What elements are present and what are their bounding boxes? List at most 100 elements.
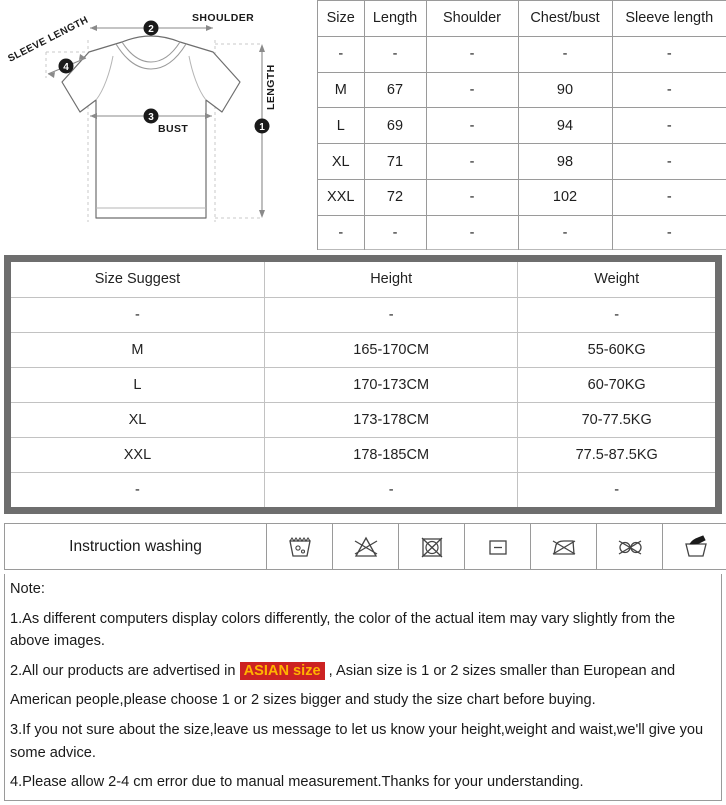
note-heading: Note: bbox=[10, 581, 45, 597]
cell-size-suggest: - bbox=[11, 471, 265, 507]
size-suggest-section: Size Suggest Height Weight - - - M 165-1… bbox=[0, 250, 726, 520]
cell-weight: 60-70KG bbox=[517, 366, 715, 403]
cell-size: M bbox=[318, 72, 365, 109]
cell-chest: 102 bbox=[517, 179, 613, 216]
size-suggest-frame: Size Suggest Height Weight - - - M 165-1… bbox=[4, 255, 722, 514]
machine-wash-icon-cell bbox=[266, 523, 333, 570]
note-item-2-line2: American people,please choose 1 or 2 siz… bbox=[10, 692, 596, 709]
note-item-4: 4.Please allow 2-4 cm error due to manua… bbox=[10, 774, 584, 791]
washing-row: Instruction washing bbox=[4, 523, 726, 570]
tshirt-diagram-svg: 2 SHOULDER 4 SLEEVE LENGTH 3 BUST 1 LENG… bbox=[6, 12, 277, 222]
cell-size: L bbox=[318, 107, 365, 145]
table-header-row: Size Length Shoulder Chest/bust Sleeve l… bbox=[318, 0, 726, 37]
length-label: LENGTH bbox=[265, 64, 277, 110]
header-chest-bust: Chest/bust bbox=[517, 0, 613, 37]
shoulder-label: SHOULDER bbox=[192, 12, 254, 24]
cell-shoulder: - bbox=[425, 179, 519, 216]
table-row: L 69 - 94 - bbox=[318, 107, 726, 145]
table-row: - - - bbox=[11, 296, 715, 333]
table-row: M 67 - 90 - bbox=[318, 72, 726, 109]
note-item-1: 1.As different computers display colors … bbox=[10, 610, 676, 650]
cell-shoulder: - bbox=[425, 215, 519, 250]
do-not-iron-icon-cell bbox=[530, 523, 597, 570]
note-2-after: , Asian size is 1 or 2 sizes smaller tha… bbox=[324, 662, 676, 679]
header-sleeve-length: Sleeve length bbox=[611, 0, 726, 37]
cell-shoulder: - bbox=[425, 36, 519, 73]
measurement-table-pane: Size Length Shoulder Chest/bust Sleeve l… bbox=[318, 0, 726, 250]
washing-instructions-section: Instruction washing bbox=[0, 520, 726, 570]
instruction-washing-label: Instruction washing bbox=[4, 523, 267, 570]
cell-sleeve: - bbox=[611, 215, 726, 250]
cell-size: XXL bbox=[318, 179, 365, 216]
measurement-table: Size Length Shoulder Chest/bust Sleeve l… bbox=[318, 0, 726, 250]
cell-chest: - bbox=[517, 215, 613, 250]
top-section: 2 SHOULDER 4 SLEEVE LENGTH 3 BUST 1 LENG… bbox=[0, 0, 726, 250]
cell-height: 170-173CM bbox=[263, 366, 519, 403]
table-row: M 165-170CM 55-60KG bbox=[11, 331, 715, 368]
header-size-suggest: Size Suggest bbox=[11, 262, 265, 298]
table-header-row: Size Suggest Height Weight bbox=[11, 262, 715, 298]
note-item-3: 3.If you not sure about the size,leave u… bbox=[10, 722, 704, 761]
cell-size-suggest: M bbox=[11, 331, 265, 368]
header-height: Height bbox=[263, 262, 519, 298]
marker-2-number: 2 bbox=[148, 24, 154, 35]
marker-3-number: 3 bbox=[148, 112, 154, 123]
cell-weight: 55-60KG bbox=[517, 331, 715, 368]
cell-sleeve: - bbox=[611, 72, 726, 109]
washing-instructions-table: Instruction washing bbox=[4, 523, 726, 570]
table-row: - - - - - bbox=[318, 215, 726, 250]
cell-sleeve: - bbox=[611, 143, 726, 180]
cell-chest: 90 bbox=[517, 72, 613, 109]
cell-sleeve: - bbox=[611, 36, 726, 73]
cell-shoulder: - bbox=[425, 143, 519, 180]
sleeve-length-label: SLEEVE LENGTH bbox=[6, 15, 90, 65]
hand-wash-icon bbox=[684, 534, 707, 557]
cell-height: 173-178CM bbox=[263, 401, 519, 438]
cell-size-suggest: L bbox=[11, 366, 265, 403]
do-not-dry-clean-icon-cell bbox=[596, 523, 663, 570]
cell-length: - bbox=[363, 215, 427, 250]
hand-wash-icon-cell bbox=[663, 524, 726, 570]
notes-section: Note: 1.As different computers display c… bbox=[0, 570, 726, 805]
bust-label: BUST bbox=[158, 123, 188, 135]
cell-chest: - bbox=[517, 36, 613, 73]
do-not-tumble-dry-icon-cell bbox=[398, 523, 465, 570]
cell-size: XL bbox=[318, 143, 365, 180]
notes-inner: Note: 1.As different computers display c… bbox=[4, 574, 722, 801]
tshirt-diagram-pane: 2 SHOULDER 4 SLEEVE LENGTH 3 BUST 1 LENG… bbox=[0, 0, 318, 250]
header-weight: Weight bbox=[517, 262, 715, 298]
cell-size: - bbox=[318, 36, 365, 73]
cell-weight: 77.5-87.5KG bbox=[517, 436, 715, 473]
size-chart-page: 2 SHOULDER 4 SLEEVE LENGTH 3 BUST 1 LENG… bbox=[0, 0, 726, 805]
cell-size: - bbox=[318, 215, 365, 250]
table-row: XL 173-178CM 70-77.5KG bbox=[11, 401, 715, 438]
do-not-bleach-icon-cell bbox=[332, 523, 399, 570]
flat-dry-icon-cell bbox=[464, 523, 531, 570]
cell-length: 71 bbox=[363, 143, 427, 180]
cell-size-suggest: - bbox=[11, 296, 265, 333]
cell-weight: 70-77.5KG bbox=[517, 401, 715, 438]
cell-shoulder: - bbox=[425, 72, 519, 109]
cell-shoulder: - bbox=[425, 107, 519, 145]
cell-length: - bbox=[363, 36, 427, 73]
asian-size-highlight: ASIAN size bbox=[239, 661, 325, 680]
table-row: L 170-173CM 60-70KG bbox=[11, 366, 715, 403]
cell-length: 67 bbox=[363, 72, 427, 109]
cell-weight: - bbox=[517, 471, 715, 507]
table-row: - - - - - bbox=[318, 36, 726, 73]
cell-size-suggest: XL bbox=[11, 401, 265, 438]
cell-height: 165-170CM bbox=[263, 331, 519, 368]
cell-length: 69 bbox=[363, 107, 427, 145]
machine-wash-icon bbox=[288, 536, 311, 557]
cell-height: - bbox=[263, 471, 519, 507]
cell-height: 178-185CM bbox=[263, 436, 519, 473]
marker-1-number: 1 bbox=[259, 122, 265, 133]
table-row: XL 71 - 98 - bbox=[318, 143, 726, 180]
cell-weight: - bbox=[517, 296, 715, 333]
cell-sleeve: - bbox=[611, 107, 726, 145]
header-size: Size bbox=[318, 0, 365, 37]
cell-sleeve: - bbox=[611, 179, 726, 216]
do-not-tumble-dry-icon bbox=[421, 537, 442, 557]
table-row: XXL 178-185CM 77.5-87.5KG bbox=[11, 436, 715, 473]
do-not-bleach-icon bbox=[354, 536, 377, 557]
